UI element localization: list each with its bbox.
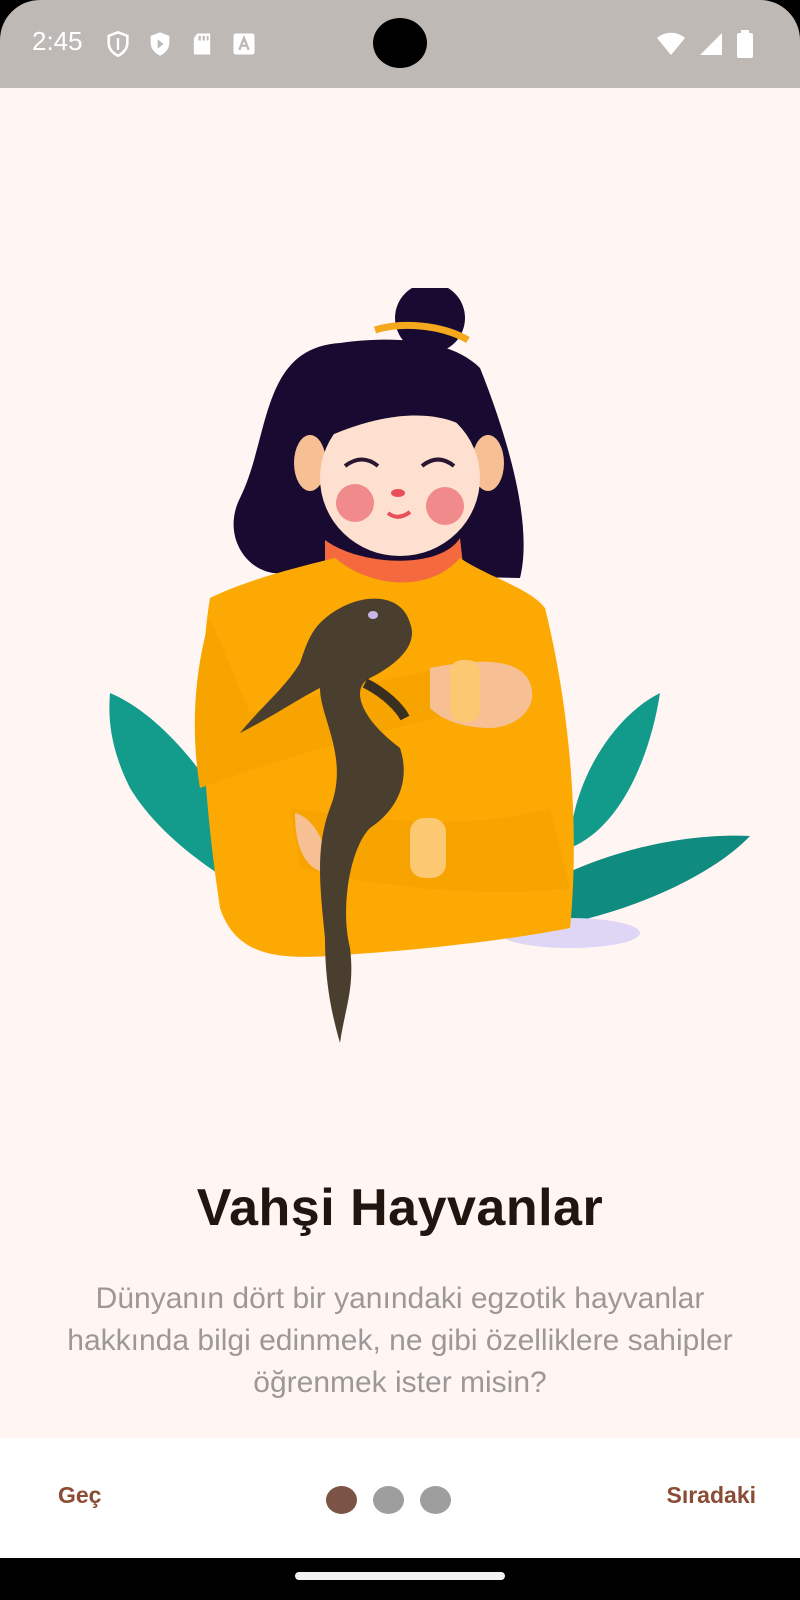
navigation-bar [0, 1558, 800, 1600]
onboarding-description: Dünyanın dört bir yanındaki egzotik hayv… [67, 1282, 733, 1399]
page-dot-3[interactable] [420, 1486, 451, 1514]
shield-icon [107, 30, 129, 58]
status-notification-icons [104, 30, 258, 58]
page-dot-1[interactable] [326, 1486, 357, 1514]
home-indicator[interactable] [295, 1572, 505, 1580]
skip-button[interactable]: Geç [58, 1482, 101, 1509]
status-system-icons [656, 30, 754, 58]
signal-icon [700, 33, 722, 55]
page-dot-2[interactable] [373, 1486, 404, 1514]
page-indicator [326, 1486, 451, 1514]
wifi-icon [657, 32, 685, 55]
onboarding-page: Vahşi Hayvanlar Dünyanın dört bir yanınd… [0, 88, 800, 1438]
status-bar: 2:45 [0, 0, 800, 88]
next-button[interactable]: Sıradaki [667, 1482, 757, 1509]
onboarding-bottom-bar: Geç Sıradaki [0, 1438, 800, 1558]
status-time: 2:45 [32, 26, 83, 56]
battery-icon [737, 30, 753, 58]
a-text-icon [233, 33, 255, 55]
girl-holding-lizard-illustration [109, 288, 750, 1043]
onboarding-title: Vahşi Hayvanlar [196, 1179, 604, 1237]
sd-card-icon [193, 33, 211, 55]
camera-cutout [373, 18, 427, 68]
play-protect-icon [150, 32, 170, 56]
